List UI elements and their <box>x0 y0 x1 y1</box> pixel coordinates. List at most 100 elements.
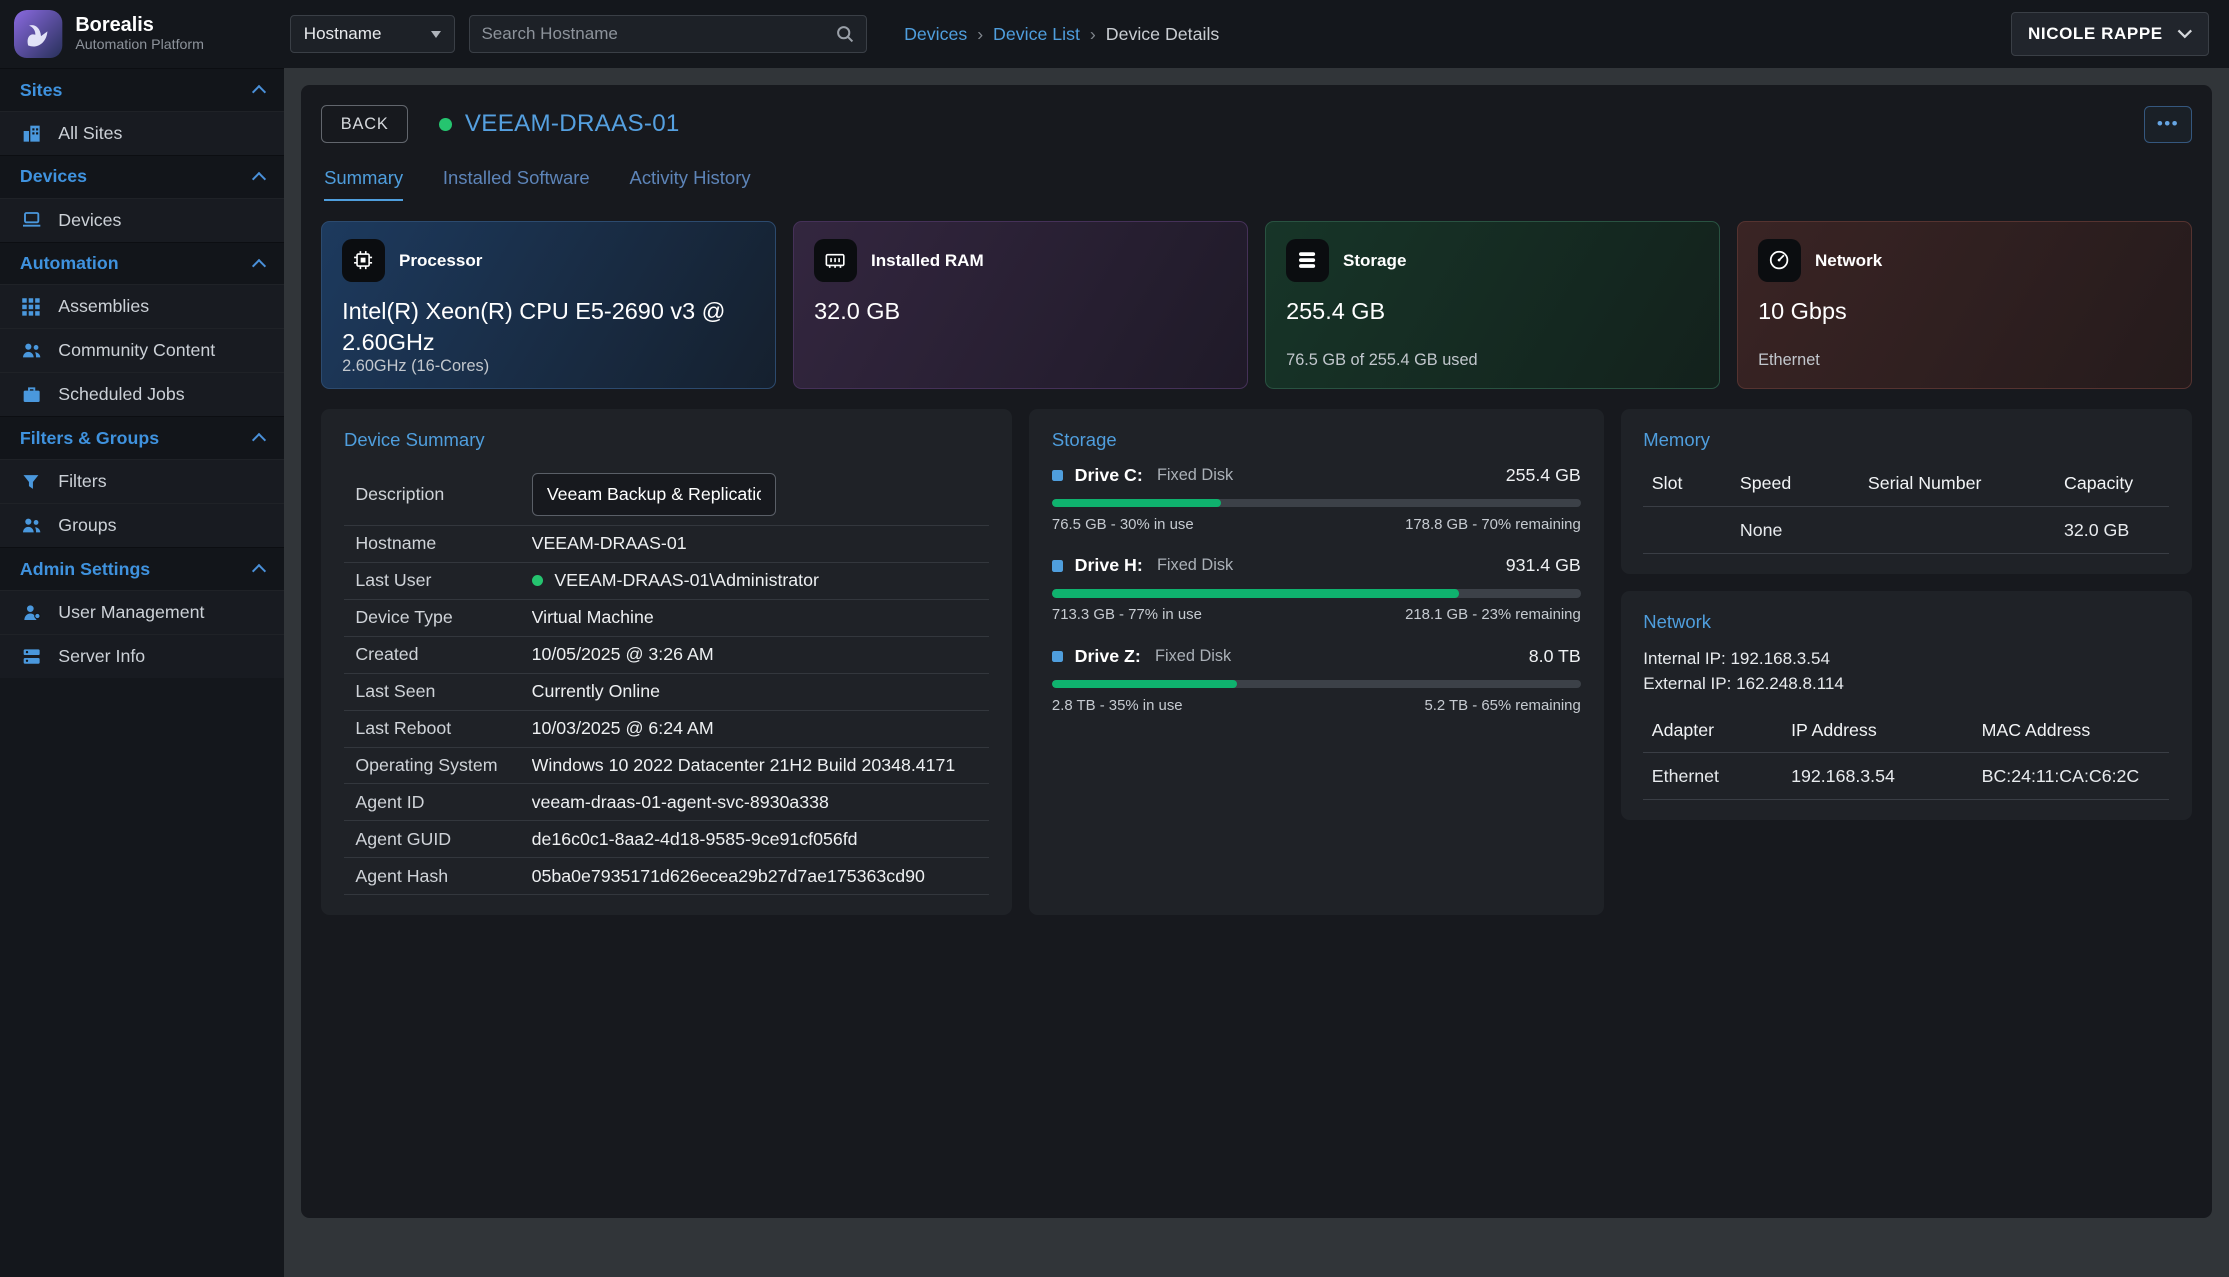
drive-usage-bar <box>1052 589 1581 598</box>
cpu-icon <box>342 239 385 282</box>
section-label: Sites <box>20 80 62 101</box>
sidebar-item-community-content[interactable]: Community Content <box>0 328 284 372</box>
search-field-value: Hostname <box>304 24 382 44</box>
stat-cards: Processor Intel(R) Xeon(R) CPU E5-2690 v… <box>321 221 2192 389</box>
ram-card: Installed RAM 32.0 GB <box>793 221 1248 389</box>
sidebar-item-label: Groups <box>58 515 116 536</box>
summary-row-operating-system: Operating System Windows 10 2022 Datacen… <box>344 748 989 785</box>
summary-row-device-type: Device Type Virtual Machine <box>344 600 989 637</box>
topbar: Hostname Devices › Device List › Device … <box>284 0 2229 68</box>
brand-text: Borealis Automation Platform <box>75 15 204 53</box>
network-speed-icon <box>1758 239 1801 282</box>
memory-slot-cell <box>1643 507 1731 555</box>
device-name: VEEAM-DRAAS-01 <box>465 110 680 138</box>
summary-row-agent-hash: Agent Hash 05ba0e7935171d626ecea29b27d7a… <box>344 858 989 895</box>
sidebar-item-assemblies[interactable]: Assemblies <box>0 284 284 328</box>
brand-name: Borealis <box>75 15 204 37</box>
sidebar-item-label: All Sites <box>58 123 122 144</box>
summary-row-hostname: Hostname VEEAM-DRAAS-01 <box>344 526 989 563</box>
device-summary-panel: Device Summary Description Hostname VEEA… <box>321 409 1012 915</box>
app-window: Borealis Automation Platform Sites All S… <box>0 0 2229 1277</box>
summary-row-value: VEEAM-DRAAS-01\Administrator <box>532 570 819 591</box>
groups-icon <box>20 514 43 537</box>
drive-z-row: Drive Z: Fixed Disk 8.0 TB 2.8 TB - 35% … <box>1052 646 1581 714</box>
device-title: VEEAM-DRAAS-01 <box>439 110 679 138</box>
sidebar-item-label: Assemblies <box>58 296 149 317</box>
briefcase-icon <box>20 384 43 407</box>
chevron-up-icon <box>252 172 266 186</box>
brand-subtitle: Automation Platform <box>75 37 204 53</box>
search-icon <box>835 24 855 44</box>
card-value: 32.0 GB <box>814 296 1201 326</box>
devices-icon <box>20 209 43 232</box>
breadcrumb-device-list[interactable]: Device List <box>993 24 1080 45</box>
drive-used-label: 2.8 TB - 35% in use <box>1052 697 1183 714</box>
breadcrumb-devices[interactable]: Devices <box>904 24 967 45</box>
search-input[interactable] <box>481 24 834 44</box>
column-header: IP Address <box>1783 711 1973 753</box>
panel-title: Memory <box>1643 429 2169 451</box>
chevron-down-icon <box>2177 29 2193 39</box>
sidebar-item-scheduled-jobs[interactable]: Scheduled Jobs <box>0 372 284 416</box>
sidebar-item-filters[interactable]: Filters <box>0 459 284 503</box>
summary-row-description: Description <box>344 465 989 526</box>
search-box <box>469 15 867 53</box>
main-column: Hostname Devices › Device List › Device … <box>284 0 2229 1277</box>
tab-installed-software[interactable]: Installed Software <box>443 167 590 201</box>
online-status-dot <box>532 575 543 586</box>
column-header: Slot <box>1643 465 1731 507</box>
sidebar-section-automation[interactable]: Automation <box>0 242 284 285</box>
sidebar-item-server-info[interactable]: Server Info <box>0 634 284 678</box>
memory-speed-cell: None <box>1731 507 1859 555</box>
storage-icon <box>1286 239 1329 282</box>
detail-tabs: Summary Installed Software Activity Hist… <box>321 167 2192 201</box>
drive-bullet-icon <box>1052 651 1063 662</box>
user-menu-button[interactable]: NICOLE RAPPE <box>2011 12 2209 56</box>
sidebar-section-devices[interactable]: Devices <box>0 155 284 198</box>
network-table: Adapter IP Address MAC Address Ethernet … <box>1643 711 2169 800</box>
card-value: Intel(R) Xeon(R) CPU E5-2690 v3 @ 2.60GH… <box>342 296 729 357</box>
drive-used-label: 713.3 GB - 77% in use <box>1052 606 1202 623</box>
network-panel: Network Internal IP: 192.168.3.54 Extern… <box>1621 591 2193 820</box>
summary-row-agent-id: Agent ID veeam-draas-01-agent-svc-8930a3… <box>344 784 989 821</box>
breadcrumb-separator: › <box>1090 24 1096 45</box>
tab-summary[interactable]: Summary <box>324 167 403 201</box>
drive-bullet-icon <box>1052 560 1063 571</box>
card-subtitle: 2.60GHz (16-Cores) <box>342 357 755 377</box>
card-value: 255.4 GB <box>1286 296 1673 326</box>
back-button[interactable]: BACK <box>321 105 408 143</box>
drive-bullet-icon <box>1052 470 1063 481</box>
column-header: MAC Address <box>1973 711 2169 753</box>
sidebar-item-devices[interactable]: Devices <box>0 198 284 242</box>
memory-table: Slot Speed Serial Number Capacity None 3… <box>1643 465 2169 554</box>
search-field-dropdown[interactable]: Hostname <box>290 15 455 53</box>
chevron-up-icon <box>252 433 266 447</box>
card-title: Processor <box>399 251 482 271</box>
sidebar-section-sites[interactable]: Sites <box>0 68 284 111</box>
adapter-cell: Ethernet <box>1643 753 1782 801</box>
summary-row-created: Created 10/05/2025 @ 3:26 AM <box>344 637 989 674</box>
right-column: Memory Slot Speed Serial Number Capacity… <box>1621 409 2193 915</box>
tab-activity-history[interactable]: Activity History <box>630 167 751 201</box>
drive-h-row: Drive H: Fixed Disk 931.4 GB 713.3 GB - … <box>1052 555 1581 623</box>
device-details-panel: BACK VEEAM-DRAAS-01 ••• Summary Installe… <box>301 85 2212 1218</box>
network-card: Network 10 Gbps Ethernet <box>1737 221 2192 389</box>
online-status-dot <box>439 118 452 131</box>
panel-title: Device Summary <box>344 429 989 451</box>
server-icon <box>20 645 43 668</box>
sidebar-section-filters-groups[interactable]: Filters & Groups <box>0 416 284 459</box>
section-label: Automation <box>20 253 119 274</box>
drive-c-row: Drive C: Fixed Disk 255.4 GB 76.5 GB - 3… <box>1052 465 1581 533</box>
description-input[interactable] <box>532 473 777 516</box>
sidebar-section-admin-settings[interactable]: Admin Settings <box>0 547 284 590</box>
sidebar-item-groups[interactable]: Groups <box>0 503 284 547</box>
external-ip: External IP: 162.248.8.114 <box>1643 672 2169 697</box>
sidebar-item-all-sites[interactable]: All Sites <box>0 111 284 155</box>
summary-row-last-reboot: Last Reboot 10/03/2025 @ 6:24 AM <box>344 711 989 748</box>
sidebar-item-user-management[interactable]: User Management <box>0 590 284 634</box>
column-header: Speed <box>1731 465 1859 507</box>
breadcrumb-separator: › <box>977 24 983 45</box>
column-header: Serial Number <box>1859 465 2055 507</box>
card-subtitle: 76.5 GB of 255.4 GB used <box>1286 351 1699 371</box>
more-actions-button[interactable]: ••• <box>2144 106 2192 143</box>
